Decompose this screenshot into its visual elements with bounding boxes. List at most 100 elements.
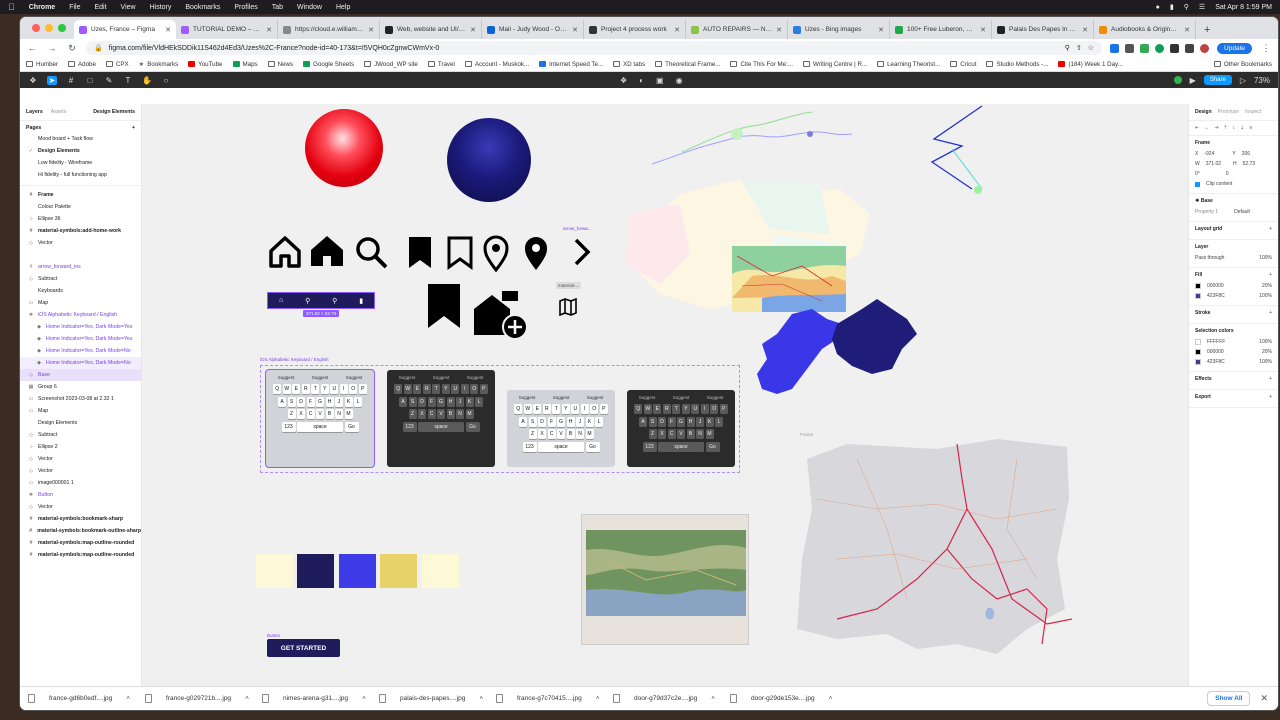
ios-keyboard-light[interactable]: Suggest Suggest Suggest Q W E R T Y U I O P A S D F G H J K L… bbox=[507, 390, 615, 467]
bookmark-item[interactable]: ★ Bookmarks bbox=[139, 61, 179, 68]
key[interactable]: L bbox=[354, 396, 362, 407]
palette-swatch[interactable] bbox=[297, 554, 334, 588]
key[interactable]: Q bbox=[273, 384, 282, 394]
key[interactable]: X bbox=[658, 429, 666, 439]
key[interactable]: E bbox=[292, 384, 301, 394]
bookmark-item[interactable]: Cite This For Me:... bbox=[730, 61, 793, 68]
ios-keyboard-dark[interactable]: Suggest Suggest Suggest Q W E R T Y U I O P A S D F G H J K L… bbox=[627, 390, 735, 467]
chevron-up-icon[interactable]: ˄ bbox=[711, 695, 715, 702]
menu-history[interactable]: History bbox=[150, 4, 172, 11]
key[interactable]: P bbox=[599, 404, 608, 414]
selection-color-swatch[interactable] bbox=[1195, 349, 1201, 355]
key[interactable]: M bbox=[705, 429, 714, 439]
add-export-icon[interactable]: + bbox=[1269, 394, 1272, 400]
bookmark-sharp-icon[interactable] bbox=[424, 284, 464, 328]
share-button[interactable]: Share bbox=[1203, 75, 1232, 85]
rotation-field[interactable]: 0° bbox=[1195, 171, 1200, 177]
hand-tool-icon[interactable]: ✋ bbox=[142, 76, 152, 85]
key[interactable]: R bbox=[422, 384, 431, 394]
download-item[interactable]: nimes-arena-g31....jpg ˄ bbox=[262, 694, 369, 703]
material-component-label[interactable]: material-... bbox=[556, 282, 582, 289]
key[interactable]: K bbox=[465, 396, 474, 407]
tab-close-icon[interactable]: ✕ bbox=[572, 26, 578, 34]
palette-swatch[interactable] bbox=[256, 554, 293, 588]
radius-field[interactable]: 0 bbox=[1226, 171, 1229, 177]
tab-assets[interactable]: Assets bbox=[51, 109, 67, 115]
new-tab-icon[interactable]: + bbox=[1196, 20, 1218, 39]
key[interactable]: D bbox=[418, 396, 426, 407]
layer-item[interactable]: ▭ Map bbox=[20, 405, 141, 417]
align-bottom-icon[interactable]: ⇣ bbox=[1240, 125, 1244, 131]
key[interactable]: G bbox=[437, 396, 445, 407]
fill-swatch[interactable] bbox=[1195, 293, 1201, 299]
avatar[interactable] bbox=[1200, 43, 1210, 53]
browser-tab[interactable]: Audiobooks & Original Au ✕ bbox=[1094, 20, 1196, 39]
map-outline-icon[interactable] bbox=[558, 298, 578, 316]
align-center-icon[interactable]: ↔ bbox=[1204, 125, 1209, 131]
layer-item[interactable]: ○ Ellipse 36 bbox=[20, 213, 141, 225]
forward-icon[interactable]: → bbox=[46, 43, 58, 53]
key[interactable]: E bbox=[533, 404, 542, 414]
page-item[interactable]: Low fidelity - Wireframe bbox=[20, 157, 141, 169]
tab-inspect[interactable]: Inspect bbox=[1245, 109, 1261, 115]
align-middle-icon[interactable]: ↕ bbox=[1233, 125, 1236, 131]
extension-icon[interactable] bbox=[1140, 43, 1150, 53]
key[interactable]: F bbox=[667, 416, 676, 427]
key[interactable]: H bbox=[686, 416, 695, 427]
clip-checkbox[interactable] bbox=[1195, 181, 1200, 187]
key[interactable]: S bbox=[528, 416, 537, 427]
selection-color-hex[interactable]: FFFFFF bbox=[1207, 339, 1225, 345]
sidebar-icon[interactable] bbox=[1185, 43, 1195, 53]
tab-design[interactable]: Design bbox=[1195, 109, 1212, 115]
distribute-icon[interactable]: ≡ bbox=[1249, 125, 1252, 131]
photo-map-image[interactable] bbox=[581, 514, 749, 645]
tab-close-icon[interactable]: ✕ bbox=[776, 26, 782, 34]
nav-search-icon[interactable]: ⚲ bbox=[332, 297, 337, 305]
page-item[interactable]: ✓ Design Elements bbox=[20, 145, 141, 157]
extension-icon[interactable] bbox=[1125, 43, 1135, 53]
puzzle-icon[interactable] bbox=[1170, 43, 1180, 53]
figma-menu-icon[interactable]: ❖ bbox=[28, 76, 38, 85]
fill-hex[interactable]: 423F8C bbox=[1207, 293, 1225, 299]
selection-color-row[interactable]: 423F8C 100% bbox=[1195, 357, 1272, 367]
selection-color-swatch[interactable] bbox=[1195, 339, 1201, 345]
selection-color-row[interactable]: 000000 20% bbox=[1195, 347, 1272, 357]
bookmark-star-icon[interactable]: ☆ bbox=[1088, 44, 1094, 52]
key[interactable]: J bbox=[335, 396, 343, 407]
key[interactable]: I bbox=[580, 404, 589, 414]
key[interactable]: B bbox=[325, 409, 334, 419]
numbers-key[interactable]: 123 bbox=[522, 441, 537, 452]
bookmark-item[interactable]: News bbox=[267, 61, 293, 68]
property-select[interactable]: Default bbox=[1234, 209, 1250, 215]
key[interactable]: G bbox=[316, 396, 324, 407]
arrow-component-label[interactable]: arrow_forwa... bbox=[563, 226, 592, 231]
bookmark-item[interactable]: Writing Centre | R... bbox=[802, 61, 867, 68]
menu-edit[interactable]: Edit bbox=[94, 4, 106, 11]
key[interactable]: L bbox=[595, 416, 603, 427]
suggestion-item[interactable]: Suggest bbox=[587, 395, 604, 400]
menu-tab[interactable]: Tab bbox=[272, 4, 283, 11]
url-field[interactable]: 🔒 figma.com/file/VldHEkSDDik11S462d4Ed3/… bbox=[86, 41, 1103, 55]
url-text[interactable]: figma.com/file/VldHEkSDDik11S462d4Ed3/Uz… bbox=[109, 45, 440, 52]
numbers-key[interactable]: 123 bbox=[642, 441, 657, 452]
layer-item[interactable]: ▭ image000001 1 bbox=[20, 477, 141, 489]
align-left-icon[interactable]: ⇤ bbox=[1195, 125, 1199, 131]
layer-item[interactable]: ◇ Vector bbox=[20, 465, 141, 477]
download-item[interactable]: palais-des-papes....jpg ˄ bbox=[379, 694, 486, 703]
key[interactable]: S bbox=[287, 396, 296, 407]
move-tool-icon[interactable]: ➤ bbox=[47, 75, 57, 85]
menu-file[interactable]: File bbox=[69, 4, 80, 11]
add-page-icon[interactable]: + bbox=[132, 125, 135, 131]
road-map-image[interactable] bbox=[797, 439, 1077, 654]
key[interactable]: I bbox=[339, 384, 348, 394]
tab-close-icon[interactable]: ✕ bbox=[266, 26, 272, 34]
layer-item[interactable]: ❖ iOS Alphabetic Keyboard / English bbox=[20, 309, 141, 321]
maximize-window-icon[interactable] bbox=[58, 24, 66, 32]
dev-mode-icon[interactable]: ◉ bbox=[676, 76, 683, 85]
bookmark-item[interactable]: Theoretical Frame... bbox=[655, 61, 720, 68]
key[interactable]: E bbox=[413, 384, 422, 394]
key[interactable]: X bbox=[297, 409, 305, 419]
key[interactable]: P bbox=[479, 384, 488, 394]
key[interactable]: U bbox=[451, 384, 460, 394]
extension-icon[interactable] bbox=[1110, 43, 1120, 53]
